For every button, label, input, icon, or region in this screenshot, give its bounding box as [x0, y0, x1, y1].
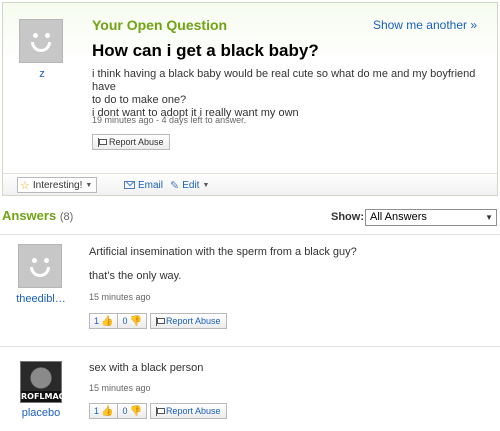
show-filter-select[interactable]: All Answers ▼: [365, 209, 497, 226]
answer-text: that's the only way.: [89, 270, 182, 282]
flag-icon: [155, 316, 165, 326]
flag-icon: [155, 406, 165, 416]
thumbs-down-icon: 👎: [129, 315, 142, 327]
answer-meta: 15 minutes ago: [89, 292, 151, 302]
divider: [0, 234, 500, 235]
question-panel: z Your Open Question Show me another » H…: [2, 2, 498, 196]
answers-count: (8): [59, 211, 74, 223]
answerer-name-link[interactable]: theedibl…: [6, 293, 76, 305]
section-label: Your Open Question: [92, 17, 228, 33]
avatar-smile-icon: [31, 42, 51, 52]
avatar-eye-icon: [32, 258, 37, 263]
answer-text: Artificial insemination with the sperm f…: [89, 246, 357, 258]
question-action-bar: ☆ Interesting! ▼ Email ✎ Edit ▼: [3, 173, 497, 195]
answerer-name-link[interactable]: placebo: [6, 407, 76, 419]
chevron-down-icon: ▼: [85, 181, 93, 189]
thumbs-up-icon: 👍: [101, 405, 114, 417]
interesting-button[interactable]: ☆ Interesting! ▼: [17, 177, 98, 193]
email-label: Email: [138, 179, 164, 191]
answerer-avatar[interactable]: [18, 244, 62, 288]
answers-title: Answers: [2, 208, 57, 223]
answer-meta: 15 minutes ago: [89, 383, 151, 393]
thumbs-down-button[interactable]: 0 👎: [117, 313, 147, 329]
avatar-smile-icon: [30, 267, 50, 277]
answer-text: sex with a black person: [89, 362, 204, 374]
mail-icon: [124, 181, 135, 189]
answer-vote-row: 1 👍 0 👎 Report Abuse: [89, 403, 228, 419]
email-button[interactable]: Email: [124, 177, 163, 193]
avatar-eye-icon: [33, 33, 38, 38]
report-abuse-label: Report Abuse: [165, 406, 221, 416]
thumbs-up-icon: 👍: [101, 315, 114, 327]
show-another-link[interactable]: Show me another »: [373, 18, 477, 32]
answer-report-abuse-button[interactable]: Report Abuse: [149, 313, 228, 329]
answerer-photo-avatar[interactable]: ROFLMAO: [20, 361, 66, 403]
edit-label: Edit: [182, 179, 200, 191]
thumbs-down-count: 0: [122, 406, 128, 416]
thumbs-up-count: 1: [94, 406, 100, 416]
answer-vote-row: 1 👍 0 👎 Report Abuse: [89, 313, 228, 329]
question-body: i think having a black baby would be rea…: [92, 68, 484, 120]
chevron-down-icon: ▼: [202, 181, 210, 189]
thumbs-up-button[interactable]: 1 👍: [89, 403, 119, 419]
avatar-eye-icon: [45, 33, 50, 38]
avatar-caption: ROFLMAO: [21, 391, 66, 402]
star-icon: ☆: [20, 179, 30, 192]
avatar-eye-icon: [44, 258, 49, 263]
question-body-line: i think having a black baby would be rea…: [92, 68, 476, 93]
question-title: How can i get a black baby?: [92, 41, 319, 60]
answers-heading: Answers (8): [2, 208, 73, 223]
flag-icon: [97, 137, 107, 147]
show-filter-label: Show:: [331, 211, 364, 223]
thumbs-down-count: 0: [122, 316, 128, 326]
thumbs-up-button[interactable]: 1 👍: [89, 313, 119, 329]
asker-name-link[interactable]: z: [19, 68, 65, 80]
question-meta: 19 minutes ago - 4 days left to answer.: [92, 115, 247, 125]
question-report-abuse-button[interactable]: Report Abuse: [92, 134, 170, 150]
thumbs-down-button[interactable]: 0 👎: [117, 403, 147, 419]
asker-avatar[interactable]: [19, 19, 63, 63]
edit-button[interactable]: ✎ Edit ▼: [170, 177, 209, 193]
pencil-icon: ✎: [170, 179, 180, 192]
answer-report-abuse-button[interactable]: Report Abuse: [149, 403, 228, 419]
report-abuse-label: Report Abuse: [109, 137, 164, 147]
show-filter-value: All Answers: [370, 211, 427, 223]
divider: [0, 346, 500, 347]
question-body-line: to do to make one?: [92, 94, 187, 106]
thumbs-up-count: 1: [94, 316, 100, 326]
report-abuse-label: Report Abuse: [165, 316, 221, 326]
chevron-down-icon: ▼: [485, 213, 493, 222]
thumbs-down-icon: 👎: [129, 405, 142, 417]
interesting-label: Interesting!: [32, 179, 83, 191]
